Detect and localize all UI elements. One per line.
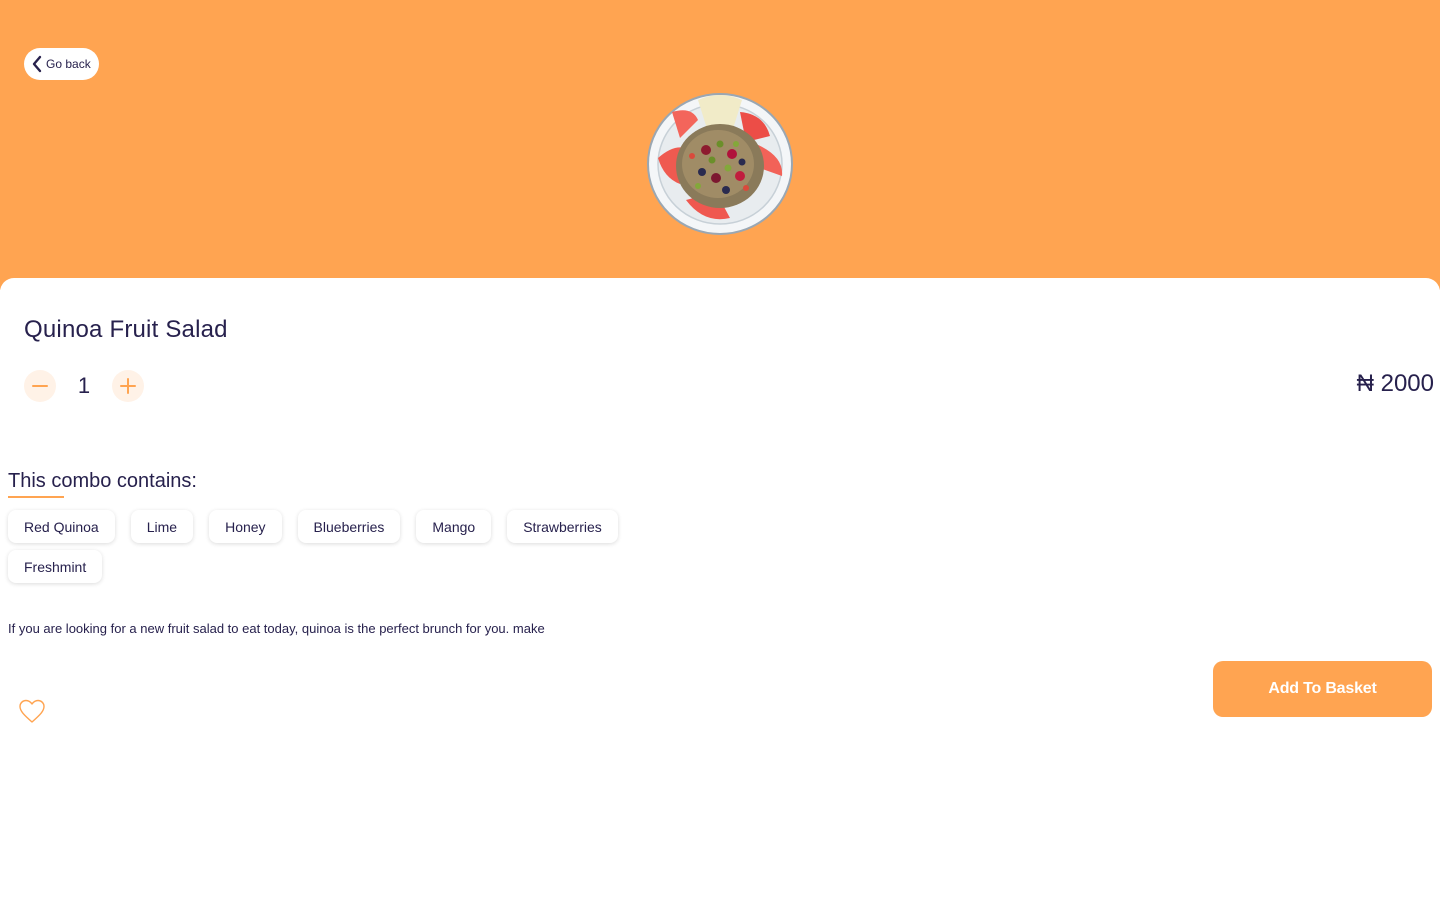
- plus-icon: [120, 378, 136, 394]
- product-description: If you are looking for a new fruit salad…: [8, 621, 545, 636]
- minus-icon: [32, 385, 48, 387]
- quantity-value: 1: [77, 373, 91, 398]
- heart-icon[interactable]: [18, 698, 46, 724]
- combo-heading: This combo contains:: [8, 470, 197, 492]
- ingredient-chip: Mango: [416, 510, 492, 543]
- hero-banner: Go back: [0, 0, 1440, 290]
- ingredient-chip: Blueberries: [297, 510, 401, 543]
- ingredient-chip: Lime: [130, 510, 194, 543]
- product-price: ₦ 2000: [1356, 370, 1434, 397]
- decrease-quantity-button[interactable]: [24, 370, 56, 402]
- product-image: [647, 93, 793, 235]
- chevron-left-icon: [32, 55, 42, 73]
- ingredient-chip: Strawberries: [507, 510, 618, 543]
- ingredient-list: Red Quinoa Lime Honey Blueberries Mango …: [8, 510, 648, 583]
- go-back-label: Go back: [46, 57, 91, 71]
- quantity-stepper: 1: [24, 370, 144, 402]
- product-title: Quinoa Fruit Salad: [24, 316, 228, 343]
- ingredient-chip: Red Quinoa: [8, 510, 115, 543]
- increase-quantity-button[interactable]: [112, 370, 144, 402]
- product-details-panel: [0, 278, 1440, 900]
- add-to-basket-button[interactable]: Add To Basket: [1213, 661, 1432, 717]
- ingredient-chip: Freshmint: [8, 550, 103, 583]
- combo-heading-underline: [8, 496, 64, 498]
- go-back-button[interactable]: Go back: [24, 48, 99, 80]
- ingredient-chip: Honey: [209, 510, 282, 543]
